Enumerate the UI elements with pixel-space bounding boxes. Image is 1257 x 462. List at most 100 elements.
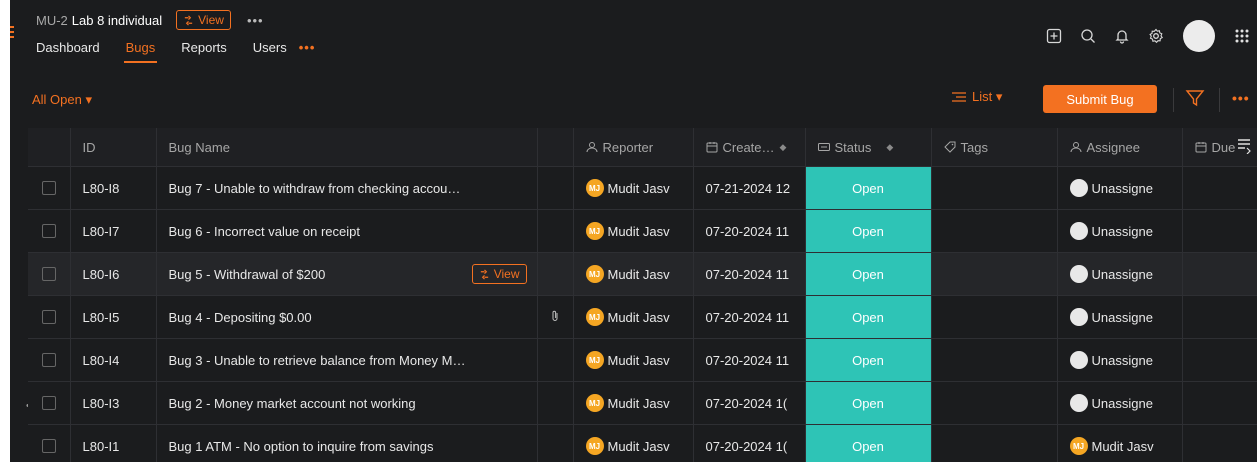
column-header-id[interactable]: ID [70, 128, 157, 167]
due-date-cell[interactable] [1182, 424, 1257, 462]
status-badge[interactable]: Open [805, 381, 932, 425]
view-filter-dropdown[interactable]: All Open ▾ [32, 92, 92, 108]
layout-list-dropdown[interactable]: List ▾ [952, 89, 1002, 105]
column-header-due[interactable]: Due [1182, 128, 1257, 167]
row-select-cell[interactable] [28, 381, 71, 425]
assignee-cell[interactable]: Unassigne [1057, 209, 1183, 253]
bug-name-cell[interactable]: Bug 2 - Money market account not working [156, 381, 538, 425]
tags-cell[interactable] [931, 166, 1058, 210]
row-select-cell[interactable] [28, 209, 71, 253]
project-more-icon[interactable]: ••• [247, 13, 264, 28]
row-checkbox[interactable] [42, 439, 56, 453]
due-date-cell[interactable] [1182, 252, 1257, 296]
project-name[interactable]: Lab 8 individual [72, 13, 162, 28]
bug-id[interactable]: L80-I6 [70, 252, 157, 296]
sort-icon[interactable]: ◆ [780, 142, 787, 153]
column-header-tags[interactable]: Tags [931, 128, 1058, 167]
add-icon[interactable] [1039, 21, 1069, 51]
column-header-status[interactable]: Status ◆ [805, 128, 932, 167]
tabs-more-icon[interactable]: ••• [299, 40, 316, 63]
apps-grid-icon[interactable] [1227, 21, 1257, 51]
bug-name[interactable]: Bug 2 - Money market account not working [169, 396, 416, 411]
row-checkbox[interactable] [42, 267, 56, 281]
attachment-cell[interactable] [537, 295, 574, 339]
bug-name[interactable]: Bug 5 - Withdrawal of $200 [169, 267, 326, 282]
submit-bug-button[interactable]: Submit Bug [1043, 85, 1157, 113]
column-header-assignee[interactable]: Assignee [1057, 128, 1183, 167]
due-date-cell[interactable] [1182, 166, 1257, 210]
bug-id[interactable]: L80-I8 [70, 166, 157, 210]
search-icon[interactable] [1073, 21, 1103, 51]
bug-name[interactable]: Bug 1 ATM - No option to inquire from sa… [169, 439, 434, 454]
gear-icon[interactable] [1141, 21, 1171, 51]
bug-name-cell[interactable]: Bug 1 ATM - No option to inquire from sa… [156, 424, 538, 462]
menu-toggle-icon[interactable] [10, 26, 16, 40]
bug-name-cell[interactable]: Bug 3 - Unable to retrieve balance from … [156, 338, 538, 382]
table-row[interactable]: L80-I4 Bug 3 - Unable to retrieve balanc… [28, 338, 1257, 382]
project-view-button[interactable]: View [176, 10, 231, 30]
bug-name-cell[interactable]: Bug 6 - Incorrect value on receipt [156, 209, 538, 253]
row-checkbox[interactable] [42, 310, 56, 324]
due-date-cell[interactable] [1182, 209, 1257, 253]
tags-cell[interactable] [931, 209, 1058, 253]
status-badge[interactable]: Open [805, 252, 932, 296]
tags-cell[interactable] [931, 381, 1058, 425]
due-date-cell[interactable] [1182, 338, 1257, 382]
tags-cell[interactable] [931, 252, 1058, 296]
bug-name[interactable]: Bug 7 - Unable to withdraw from checking… [169, 181, 461, 196]
row-select-cell[interactable] [28, 252, 71, 296]
assignee-cell[interactable]: Unassigne [1057, 166, 1183, 210]
due-date-cell[interactable] [1182, 295, 1257, 339]
assignee-cell[interactable]: Unassigne [1057, 252, 1183, 296]
tab-bugs[interactable]: Bugs [123, 40, 157, 63]
bug-name[interactable]: Bug 6 - Incorrect value on receipt [169, 224, 361, 239]
status-badge[interactable]: Open [805, 295, 932, 339]
table-row[interactable]: L80-I1 Bug 1 ATM - No option to inquire … [28, 424, 1257, 462]
sort-icon[interactable]: ◆ [886, 142, 893, 153]
row-checkbox[interactable] [42, 181, 56, 195]
bug-name[interactable]: Bug 4 - Depositing $0.00 [169, 310, 312, 325]
status-badge[interactable]: Open [805, 209, 932, 253]
row-select-cell[interactable] [28, 424, 71, 462]
bug-id[interactable]: L80-I4 [70, 338, 157, 382]
table-row[interactable]: L80-I3 Bug 2 - Money market account not … [28, 381, 1257, 425]
bell-icon[interactable] [1107, 21, 1137, 51]
status-badge[interactable]: Open [805, 424, 932, 462]
bug-id[interactable]: L80-I1 [70, 424, 157, 462]
filter-icon[interactable] [1185, 88, 1205, 108]
toolbar-more-icon[interactable]: ••• [1232, 90, 1250, 106]
row-select-cell[interactable] [28, 166, 71, 210]
assignee-cell[interactable]: Unassigne [1057, 381, 1183, 425]
attachment-icon[interactable] [551, 310, 559, 322]
row-checkbox[interactable] [42, 396, 56, 410]
bug-id[interactable]: L80-I7 [70, 209, 157, 253]
bug-id[interactable]: L80-I3 [70, 381, 157, 425]
assignee-cell[interactable]: Unassigne [1057, 295, 1183, 339]
table-row[interactable]: L80-I6 Bug 5 - Withdrawal of $200 View M… [28, 252, 1257, 296]
tab-users[interactable]: Users [253, 40, 287, 63]
tab-reports[interactable]: Reports [181, 40, 227, 63]
status-badge[interactable]: Open [805, 166, 932, 210]
row-select-cell[interactable] [28, 338, 71, 382]
table-row[interactable]: L80-I8 Bug 7 - Unable to withdraw from c… [28, 166, 1257, 210]
row-checkbox[interactable] [42, 353, 56, 367]
column-header-bug-name[interactable]: Bug Name [156, 128, 538, 167]
status-badge[interactable]: Open [805, 338, 932, 382]
bug-name-cell[interactable]: Bug 5 - Withdrawal of $200 View [156, 252, 538, 296]
due-date-cell[interactable] [1182, 381, 1257, 425]
column-settings-icon[interactable] [1237, 138, 1251, 154]
tags-cell[interactable] [931, 295, 1058, 339]
table-row[interactable]: L80-I5 Bug 4 - Depositing $0.00 MJ Mudit … [28, 295, 1257, 339]
table-row[interactable]: L80-I7 Bug 6 - Incorrect value on receip… [28, 209, 1257, 253]
column-header-created[interactable]: Create… ◆ [693, 128, 806, 167]
column-header-reporter[interactable]: Reporter [573, 128, 694, 167]
assignee-cell[interactable]: Unassigne [1057, 338, 1183, 382]
row-view-button[interactable]: View [471, 264, 527, 284]
bug-name-cell[interactable]: Bug 4 - Depositing $0.00 [156, 295, 538, 339]
tags-cell[interactable] [931, 424, 1058, 462]
row-checkbox[interactable] [42, 224, 56, 238]
user-avatar[interactable] [1183, 20, 1215, 52]
row-select-cell[interactable] [28, 295, 71, 339]
bug-name[interactable]: Bug 3 - Unable to retrieve balance from … [169, 353, 466, 368]
bug-id[interactable]: L80-I5 [70, 295, 157, 339]
